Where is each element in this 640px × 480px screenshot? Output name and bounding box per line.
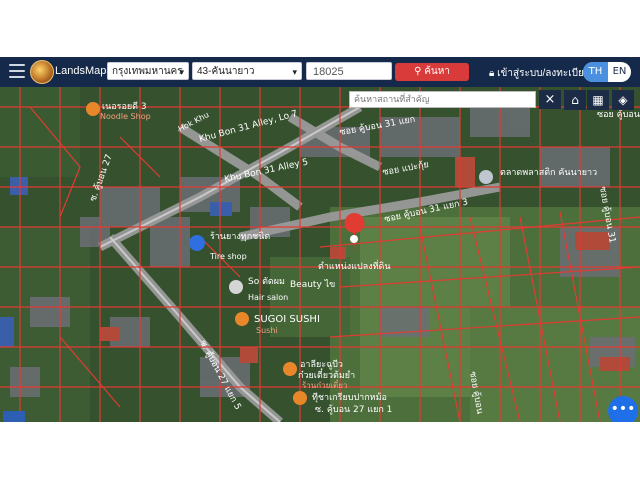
map-label-tire-th: ร้านยางทุกชนิด [210, 231, 270, 242]
login-link[interactable]: 🔒︎ เข้าสู่ระบบ/ลงทะเบียน [489, 66, 591, 81]
sushi-icon[interactable] [235, 312, 249, 326]
map-label-sushi: SUGOI SUSHI [254, 314, 320, 325]
chevron-down-icon: ▾ [179, 67, 184, 77]
satellite-map: เนอรอยดี 3 Noodle Shop Hok Khu Khu Bon 3… [0, 87, 640, 422]
map-label-sushi-en: Sushi [256, 326, 278, 335]
map-label-market: ตลาดพลาสติก คันนายาว [500, 167, 597, 178]
map-label-hair-th: So ตัดผม [248, 277, 285, 287]
map-label-tire-en: Tire shop [209, 252, 247, 261]
map-label-beauty: Beauty ไข [290, 279, 335, 290]
search-button-label: ค้นหา [424, 66, 450, 77]
district-value: 43-คันนายาว [197, 66, 255, 77]
grid-icon[interactable]: ▦ [587, 90, 609, 110]
home-icon[interactable]: ⌂ [564, 90, 586, 110]
language-toggle[interactable]: TH EN [583, 62, 631, 82]
district-select[interactable]: 43-คันนายาว ▾ [192, 62, 302, 80]
restaurant-icon[interactable] [86, 102, 100, 116]
top-blank [0, 0, 640, 57]
close-button[interactable]: × [539, 90, 561, 109]
corner-widget [3, 411, 25, 422]
login-label: เข้าสู่ระบบ/ลงทะเบียน [497, 68, 591, 79]
lang-th[interactable]: TH [583, 62, 608, 82]
map-label-noodle2-th: อาลียะฉูบีว [300, 359, 343, 370]
menu-icon[interactable] [9, 64, 25, 78]
chevron-down-icon: ▾ [292, 67, 297, 77]
search-icon: ⚲ [414, 66, 422, 77]
market-icon[interactable] [479, 170, 493, 184]
map-label-noodle-en: Noodle Shop [100, 112, 151, 121]
hair-salon-icon[interactable] [229, 280, 243, 294]
top-navbar: LandsMaps กรุงเทพมหานคร ▾ 43-คันนายาว ▾ … [0, 57, 640, 87]
lock-icon: 🔒︎ [489, 68, 495, 79]
map-label-soi-27-1: ซ. คู้บอน 27 แยก 1 [315, 404, 392, 415]
map-label-hair-en: Hair salon [248, 293, 288, 302]
place-search-input[interactable]: ค้นหาสถานที่สำคัญ [349, 91, 536, 108]
parcel-number-input[interactable]: 18025 [306, 62, 392, 80]
province-select[interactable]: กรุงเทพมหานคร ▾ [107, 62, 189, 80]
layers-icon[interactable]: ◈ [612, 90, 634, 110]
logo-icon [30, 60, 54, 84]
province-value: กรุงเทพมหานคร [112, 66, 183, 77]
map-label-noodle-th: เนอรอยดี 3 [102, 101, 147, 112]
bottom-blank [0, 422, 640, 480]
search-button[interactable]: ⚲ ค้นหา [395, 63, 469, 81]
map-view[interactable]: เนอรอยดี 3 Noodle Shop Hok Khu Khu Bon 3… [0, 87, 640, 422]
map-label-noodle2-en: ร้านก๋วยเตี๋ยว [302, 379, 347, 390]
map-label-bangkok-mo: ทีุ่ชาเกรียบปากหม้อ [312, 392, 387, 403]
brand-name: LandsMaps [55, 65, 112, 77]
map-label-cluster: ซอย คู้บอน 31 [597, 109, 640, 120]
tire-shop-icon[interactable] [189, 235, 205, 251]
noodle-icon[interactable] [283, 362, 297, 376]
food-icon[interactable] [293, 391, 307, 405]
lang-en[interactable]: EN [608, 62, 631, 82]
